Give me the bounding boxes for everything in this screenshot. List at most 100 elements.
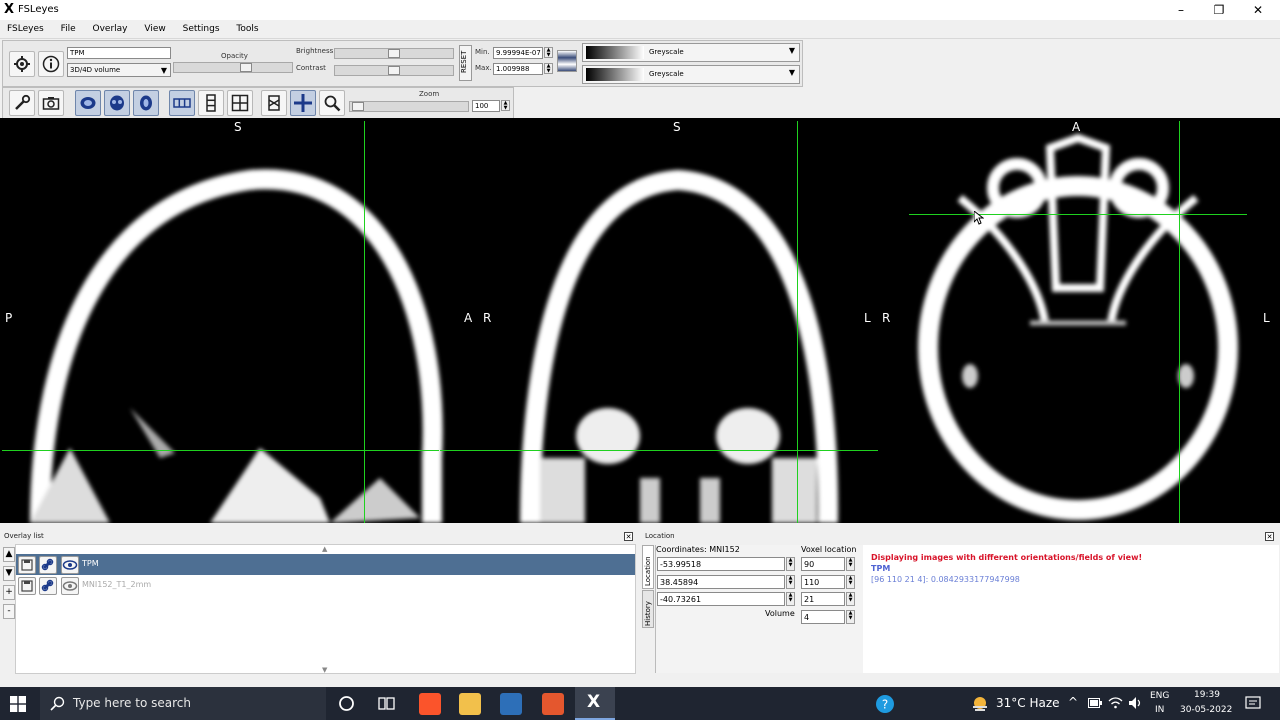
- coronal-label-left: R: [483, 311, 492, 325]
- toggle-coronal-button[interactable]: [104, 90, 130, 116]
- menu-settings[interactable]: Settings: [176, 20, 227, 38]
- maximize-button[interactable]: ❐: [1204, 2, 1234, 18]
- voxel-y-field[interactable]: 110: [801, 575, 845, 589]
- menu-overlay[interactable]: Overlay: [86, 20, 135, 38]
- clock-time[interactable]: 19:39: [1194, 690, 1220, 700]
- voxel-x-field[interactable]: 90: [801, 557, 845, 571]
- overlay-info-button[interactable]: [38, 51, 64, 77]
- tab-location[interactable]: Location: [642, 545, 654, 589]
- volume-field[interactable]: 4: [801, 610, 845, 624]
- brightness-slider-thumb[interactable]: [388, 49, 400, 58]
- colormap-select-1[interactable]: Greyscale ▼: [582, 43, 800, 62]
- matlab-icon[interactable]: [500, 693, 522, 715]
- fsleyes-taskbar-button[interactable]: X: [575, 687, 615, 720]
- sagittal-image: [30, 169, 443, 523]
- voxel-y-spinner[interactable]: ▲ ▼: [846, 575, 855, 589]
- move-overlay-up-button[interactable]: ▲: [3, 547, 15, 562]
- scroll-up-icon[interactable]: ▲: [322, 545, 327, 553]
- view-settings-button[interactable]: [9, 90, 35, 116]
- world-z-spinner[interactable]: ▲ ▼: [786, 592, 795, 606]
- voxel-z-spinner[interactable]: ▲ ▼: [846, 592, 855, 606]
- windows-start-icon[interactable]: [10, 696, 26, 712]
- language-top[interactable]: ENG: [1150, 691, 1169, 701]
- overlay-name-field[interactable]: TPM: [67, 47, 171, 59]
- move-overlay-down-button[interactable]: ▼: [3, 566, 15, 581]
- overlay-row-tpm[interactable]: TPM: [16, 554, 635, 575]
- show-hidden-icons-button[interactable]: ^: [1068, 695, 1078, 709]
- invert-colormap-button[interactable]: [557, 50, 577, 72]
- world-x-field[interactable]: -53.99518: [657, 557, 785, 571]
- ortho-views[interactable]: S P A S R L A P R L: [0, 118, 1280, 523]
- zoom-slider[interactable]: [349, 101, 469, 112]
- ubuntu-app-icon[interactable]: [542, 693, 564, 715]
- grid-layout-button[interactable]: [227, 90, 253, 116]
- colormap-name-1: Greyscale: [649, 48, 684, 56]
- min-spinner[interactable]: ▲ ▼: [544, 47, 553, 58]
- cortana-circle-icon[interactable]: [338, 695, 355, 712]
- add-overlay-button[interactable]: +: [3, 585, 15, 600]
- contrast-slider-thumb[interactable]: [388, 66, 400, 75]
- gear-icon: [14, 56, 30, 72]
- minimize-button[interactable]: –: [1166, 2, 1196, 18]
- opacity-slider-thumb[interactable]: [240, 63, 252, 72]
- link-overlay-button[interactable]: [39, 556, 57, 574]
- close-button[interactable]: ✕: [1243, 2, 1273, 18]
- overlay-type-select[interactable]: 3D/4D volume ▼: [67, 63, 171, 77]
- voxel-z-field[interactable]: 21: [801, 592, 845, 606]
- link-overlay-button[interactable]: [39, 577, 57, 595]
- vertical-layout-button[interactable]: [198, 90, 224, 116]
- sagittal-label-top: S: [234, 120, 242, 134]
- zoom-value-field[interactable]: 100: [472, 100, 500, 112]
- reset-button[interactable]: RESET: [459, 45, 472, 81]
- max-spinner[interactable]: ▲ ▼: [544, 63, 553, 74]
- scroll-down-icon[interactable]: ▼: [322, 666, 327, 674]
- notification-icon[interactable]: [1245, 696, 1261, 711]
- menu-file[interactable]: File: [54, 20, 83, 38]
- weather-text[interactable]: 31°C Haze: [996, 696, 1060, 710]
- wifi-icon[interactable]: [1108, 696, 1123, 709]
- contrast-slider[interactable]: [334, 65, 454, 76]
- toggle-sagittal-button[interactable]: [75, 90, 101, 116]
- taskbar-search-box[interactable]: Type here to search: [40, 687, 326, 720]
- menu-tools[interactable]: Tools: [229, 20, 265, 38]
- save-overlay-button[interactable]: [18, 556, 36, 574]
- world-y-field[interactable]: 38.45894: [657, 575, 785, 589]
- zoom-spinner[interactable]: ▲ ▼: [501, 100, 510, 111]
- clock-date[interactable]: 30-05-2022: [1180, 705, 1232, 715]
- colormap-select-2[interactable]: Greyscale ▼: [582, 65, 800, 84]
- toggle-visibility-button[interactable]: [61, 556, 79, 574]
- battery-icon[interactable]: [1088, 698, 1102, 708]
- zoom-slider-thumb[interactable]: [352, 102, 364, 111]
- menu-view[interactable]: View: [137, 20, 172, 38]
- overlay-row-mni152[interactable]: MNI152_T1_2mm: [16, 575, 635, 596]
- close-location-button[interactable]: ✕: [1265, 532, 1274, 541]
- world-x-spinner[interactable]: ▲ ▼: [786, 557, 795, 571]
- opacity-slider[interactable]: [173, 62, 293, 73]
- voxel-x-spinner[interactable]: ▲ ▼: [846, 557, 855, 571]
- save-overlay-button[interactable]: [18, 577, 36, 595]
- max-value-field[interactable]: 1.009988: [493, 63, 543, 75]
- movie-mode-button[interactable]: [261, 90, 287, 116]
- tab-history[interactable]: History: [642, 590, 654, 628]
- menu-fsleyes[interactable]: FSLeyes: [0, 20, 51, 38]
- task-view-icon[interactable]: [378, 695, 395, 712]
- brightness-slider[interactable]: [334, 48, 454, 59]
- toggle-visibility-button[interactable]: [61, 577, 79, 595]
- brave-browser-icon[interactable]: [419, 693, 441, 715]
- world-z-field[interactable]: -40.73261: [657, 592, 785, 606]
- min-value-field[interactable]: 9.99994E-07: [493, 47, 543, 59]
- display-settings-button[interactable]: [9, 51, 35, 77]
- horizontal-layout-button[interactable]: [169, 90, 195, 116]
- help-icon[interactable]: ?: [875, 694, 895, 714]
- close-overlay-list-button[interactable]: ✕: [624, 532, 633, 541]
- volume-spinner[interactable]: ▲ ▼: [846, 610, 855, 624]
- screenshot-button[interactable]: [38, 90, 64, 116]
- language-bottom[interactable]: IN: [1155, 705, 1164, 715]
- toggle-axial-button[interactable]: [133, 90, 159, 116]
- file-explorer-icon[interactable]: [459, 693, 481, 715]
- remove-overlay-button[interactable]: -: [3, 604, 15, 619]
- reset-zoom-button[interactable]: [319, 90, 345, 116]
- world-y-spinner[interactable]: ▲ ▼: [786, 575, 795, 589]
- volume-icon[interactable]: [1128, 696, 1143, 710]
- toggle-cursor-button[interactable]: [290, 90, 316, 116]
